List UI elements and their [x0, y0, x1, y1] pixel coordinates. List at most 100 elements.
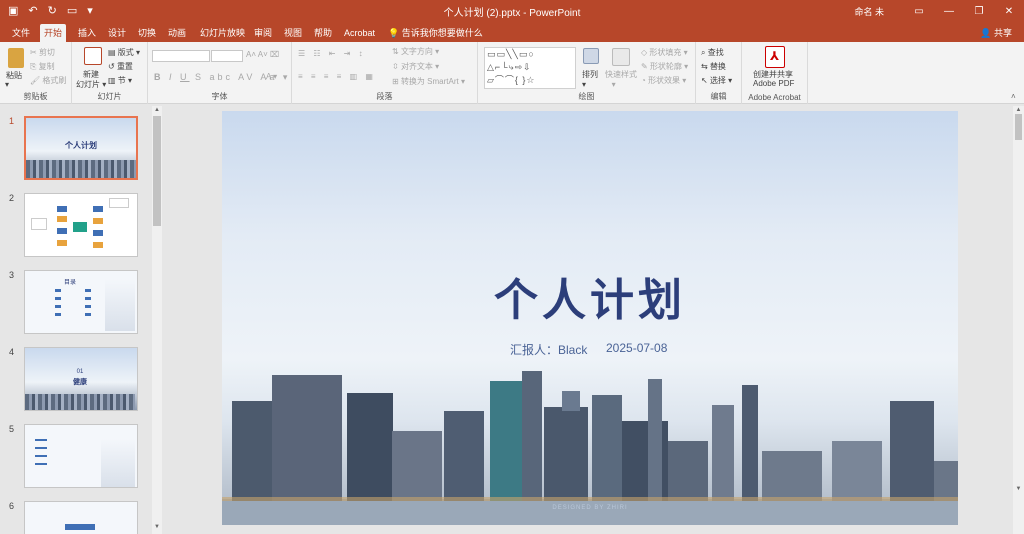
- align-buttons[interactable]: ≡ ≡ ≡ ≡ ▥ ▦: [298, 72, 376, 81]
- shape-effects-button[interactable]: ◔ 形状效果 ▾: [641, 75, 686, 86]
- shapes-gallery[interactable]: ▭▭╲╲▭○ △⌐└⤷⇨⇩ ▱⌒⌒{ }☆: [484, 47, 576, 89]
- tab-review[interactable]: 审阅: [250, 24, 276, 42]
- paragraph-label: 段落: [376, 92, 393, 101]
- tab-slideshow[interactable]: 幻灯片放映: [196, 24, 249, 42]
- section-button[interactable]: ▥ 节 ▾: [108, 75, 132, 86]
- tab-acrobat[interactable]: Acrobat: [340, 24, 379, 42]
- find-button[interactable]: ⌕ 查找: [701, 47, 724, 58]
- thumbnails-scrollbar[interactable]: ▲ ▼: [152, 106, 162, 534]
- restore-button[interactable]: ❐: [964, 6, 994, 17]
- copy-button[interactable]: ⎘ 复制: [30, 61, 55, 72]
- customize-qat-icon[interactable]: ▾: [87, 3, 93, 19]
- replace-button[interactable]: ⇆ 替换: [701, 61, 726, 72]
- clear-format-icon: ⌧: [270, 50, 280, 59]
- slide-thumbnail-3[interactable]: 目录: [24, 270, 138, 334]
- list-buttons[interactable]: ☰ ☷ ⇤ ⇥ ↕: [298, 49, 366, 58]
- font-grow-shrink[interactable]: A˄ A˅ ⌧: [246, 50, 279, 59]
- clipboard-label: 剪贴板: [23, 92, 48, 101]
- font-size-input[interactable]: [211, 50, 243, 62]
- date-text[interactable]: 2025-07-08: [606, 341, 667, 355]
- new-slide-icon[interactable]: [84, 47, 102, 65]
- reporter-text[interactable]: 汇报人：Black: [510, 341, 587, 358]
- slide-title[interactable]: 个人计划: [222, 264, 958, 328]
- replace-icon: ⇆: [701, 62, 708, 71]
- tab-help[interactable]: 帮助: [310, 24, 336, 42]
- user-name[interactable]: 命名 未: [854, 5, 884, 18]
- scrollbar-thumb[interactable]: [1015, 114, 1022, 140]
- paste-icon[interactable]: [8, 48, 24, 68]
- start-from-beginning-icon[interactable]: ▭: [67, 3, 77, 19]
- shape-outline-button[interactable]: ✎ 形状轮廓 ▾: [641, 61, 688, 72]
- tab-home[interactable]: 开始: [40, 24, 67, 42]
- person-icon: 👤: [980, 28, 992, 38]
- acrobat-group: ⅄ 创建并共享 Adobe PDF Adobe Acrobat: [742, 42, 808, 104]
- slide-canvas[interactable]: 个人计划 汇报人：Black 2025-07-08 DESIGNED BY ZH…: [222, 111, 958, 525]
- slide-number: 4: [9, 347, 15, 357]
- editing-group: ⌕ 查找 ⇆ 替换 ↖ 选择 ▾ 编辑: [696, 42, 742, 104]
- redo-icon[interactable]: ↻: [48, 3, 57, 19]
- slides-label: 幻灯片: [97, 92, 122, 101]
- smartart-button[interactable]: ⊞ 转换为 SmartArt ▾: [392, 76, 465, 87]
- tab-view[interactable]: 视图: [280, 24, 306, 42]
- create-pdf-line2[interactable]: Adobe PDF: [753, 79, 794, 88]
- cursor-icon: ↖: [701, 76, 708, 85]
- align-text-button[interactable]: ⇳ 对齐文本 ▾: [392, 61, 439, 72]
- acrobat-label: Adobe Acrobat: [748, 93, 801, 102]
- reset-button[interactable]: ↺ 重置: [108, 61, 133, 72]
- arrange-icon[interactable]: [583, 48, 599, 64]
- tab-insert[interactable]: 插入: [74, 24, 100, 42]
- slide-thumbnail-2[interactable]: [24, 193, 138, 257]
- slide-number: 1: [9, 116, 15, 126]
- slide-thumbnail-1[interactable]: 个人计划: [24, 116, 138, 180]
- adobe-pdf-icon[interactable]: ⅄: [765, 46, 785, 68]
- new-slide-label[interactable]: 幻灯片 ▾: [76, 79, 106, 90]
- layout-button[interactable]: ▤ 版式 ▾: [108, 47, 140, 58]
- slide-thumbnail-5[interactable]: [24, 424, 138, 488]
- slide-number: 5: [9, 424, 15, 434]
- format-painter-button[interactable]: 🖌 格式刷: [30, 75, 66, 86]
- undo-icon[interactable]: ↶: [28, 3, 37, 19]
- thumb-subtitle: 健康: [73, 379, 87, 386]
- arrange-button[interactable]: 排列 ▾: [582, 69, 598, 89]
- share-label: 共享: [993, 28, 1012, 38]
- slide-thumbnail-4[interactable]: 01 健康: [24, 347, 138, 411]
- minimize-button[interactable]: —: [934, 6, 964, 17]
- thumb-title: 01: [76, 369, 84, 375]
- scrollbar-thumb[interactable]: [153, 116, 161, 226]
- quick-styles-icon[interactable]: [612, 48, 630, 66]
- quick-styles-button[interactable]: 快速样式 ▾: [605, 69, 637, 89]
- title-bar: ▣ ↶ ↻ ▭ ▾ 个人计划 (2).pptx - PowerPoint 命名 …: [0, 0, 1024, 22]
- cut-button[interactable]: ✂ 剪切: [30, 47, 55, 58]
- font-label: 字体: [211, 92, 228, 101]
- share-button[interactable]: 👤 共享: [980, 24, 1012, 42]
- city-skyline-image: [222, 371, 958, 525]
- slide-number: 2: [9, 193, 15, 203]
- mindmap-center: [73, 222, 87, 232]
- quick-access-toolbar: ▣ ↶ ↻ ▭ ▾: [8, 3, 93, 19]
- tab-design[interactable]: 设计: [104, 24, 130, 42]
- ribbon-tabs: 文件 开始 插入 设计 切换 动画 幻灯片放映 审阅 视图 帮助 Acrobat…: [0, 22, 1024, 42]
- font-name-input[interactable]: [152, 50, 210, 62]
- close-button[interactable]: ✕: [994, 6, 1024, 17]
- tab-transitions[interactable]: 切换: [134, 24, 160, 42]
- editing-label: 编辑: [710, 92, 727, 101]
- collapse-ribbon-icon[interactable]: ˄: [1011, 92, 1016, 101]
- tab-file[interactable]: 文件: [8, 24, 34, 42]
- select-button[interactable]: ↖ 选择 ▾: [701, 75, 732, 86]
- lightbulb-icon: 💡: [388, 28, 400, 38]
- tab-animations[interactable]: 动画: [164, 24, 190, 42]
- slides-group: 新建 幻灯片 ▾ ▤ 版式 ▾ ↺ 重置 ▥ 节 ▾ 幻灯片: [72, 42, 148, 104]
- drawing-label: 绘图: [578, 92, 595, 101]
- slide-thumbnail-6[interactable]: [24, 501, 138, 534]
- font-color-button[interactable]: A ▾: [266, 72, 277, 81]
- slide-thumbnails-panel: 1 个人计划 2 3 目录 4 01 健康 5 6: [0, 105, 163, 534]
- slide-scrollbar[interactable]: ▲ ▼: [1013, 106, 1024, 534]
- slide-number: 6: [9, 501, 15, 511]
- shape-fill-button[interactable]: ◇ 形状填充 ▾: [641, 47, 688, 58]
- text-direction-button[interactable]: ⇅ 文字方向 ▾: [392, 46, 439, 57]
- font-group: A˄ A˅ ⌧ B I U S abc AV Aa ▾ A ▾ 字体: [148, 42, 292, 104]
- thumb-title: 目录: [63, 280, 76, 286]
- save-icon[interactable]: ▣: [8, 3, 18, 19]
- tell-me-search[interactable]: 💡 告诉我你想要做什么: [388, 24, 483, 42]
- ribbon-display-icon[interactable]: ▭: [904, 6, 934, 17]
